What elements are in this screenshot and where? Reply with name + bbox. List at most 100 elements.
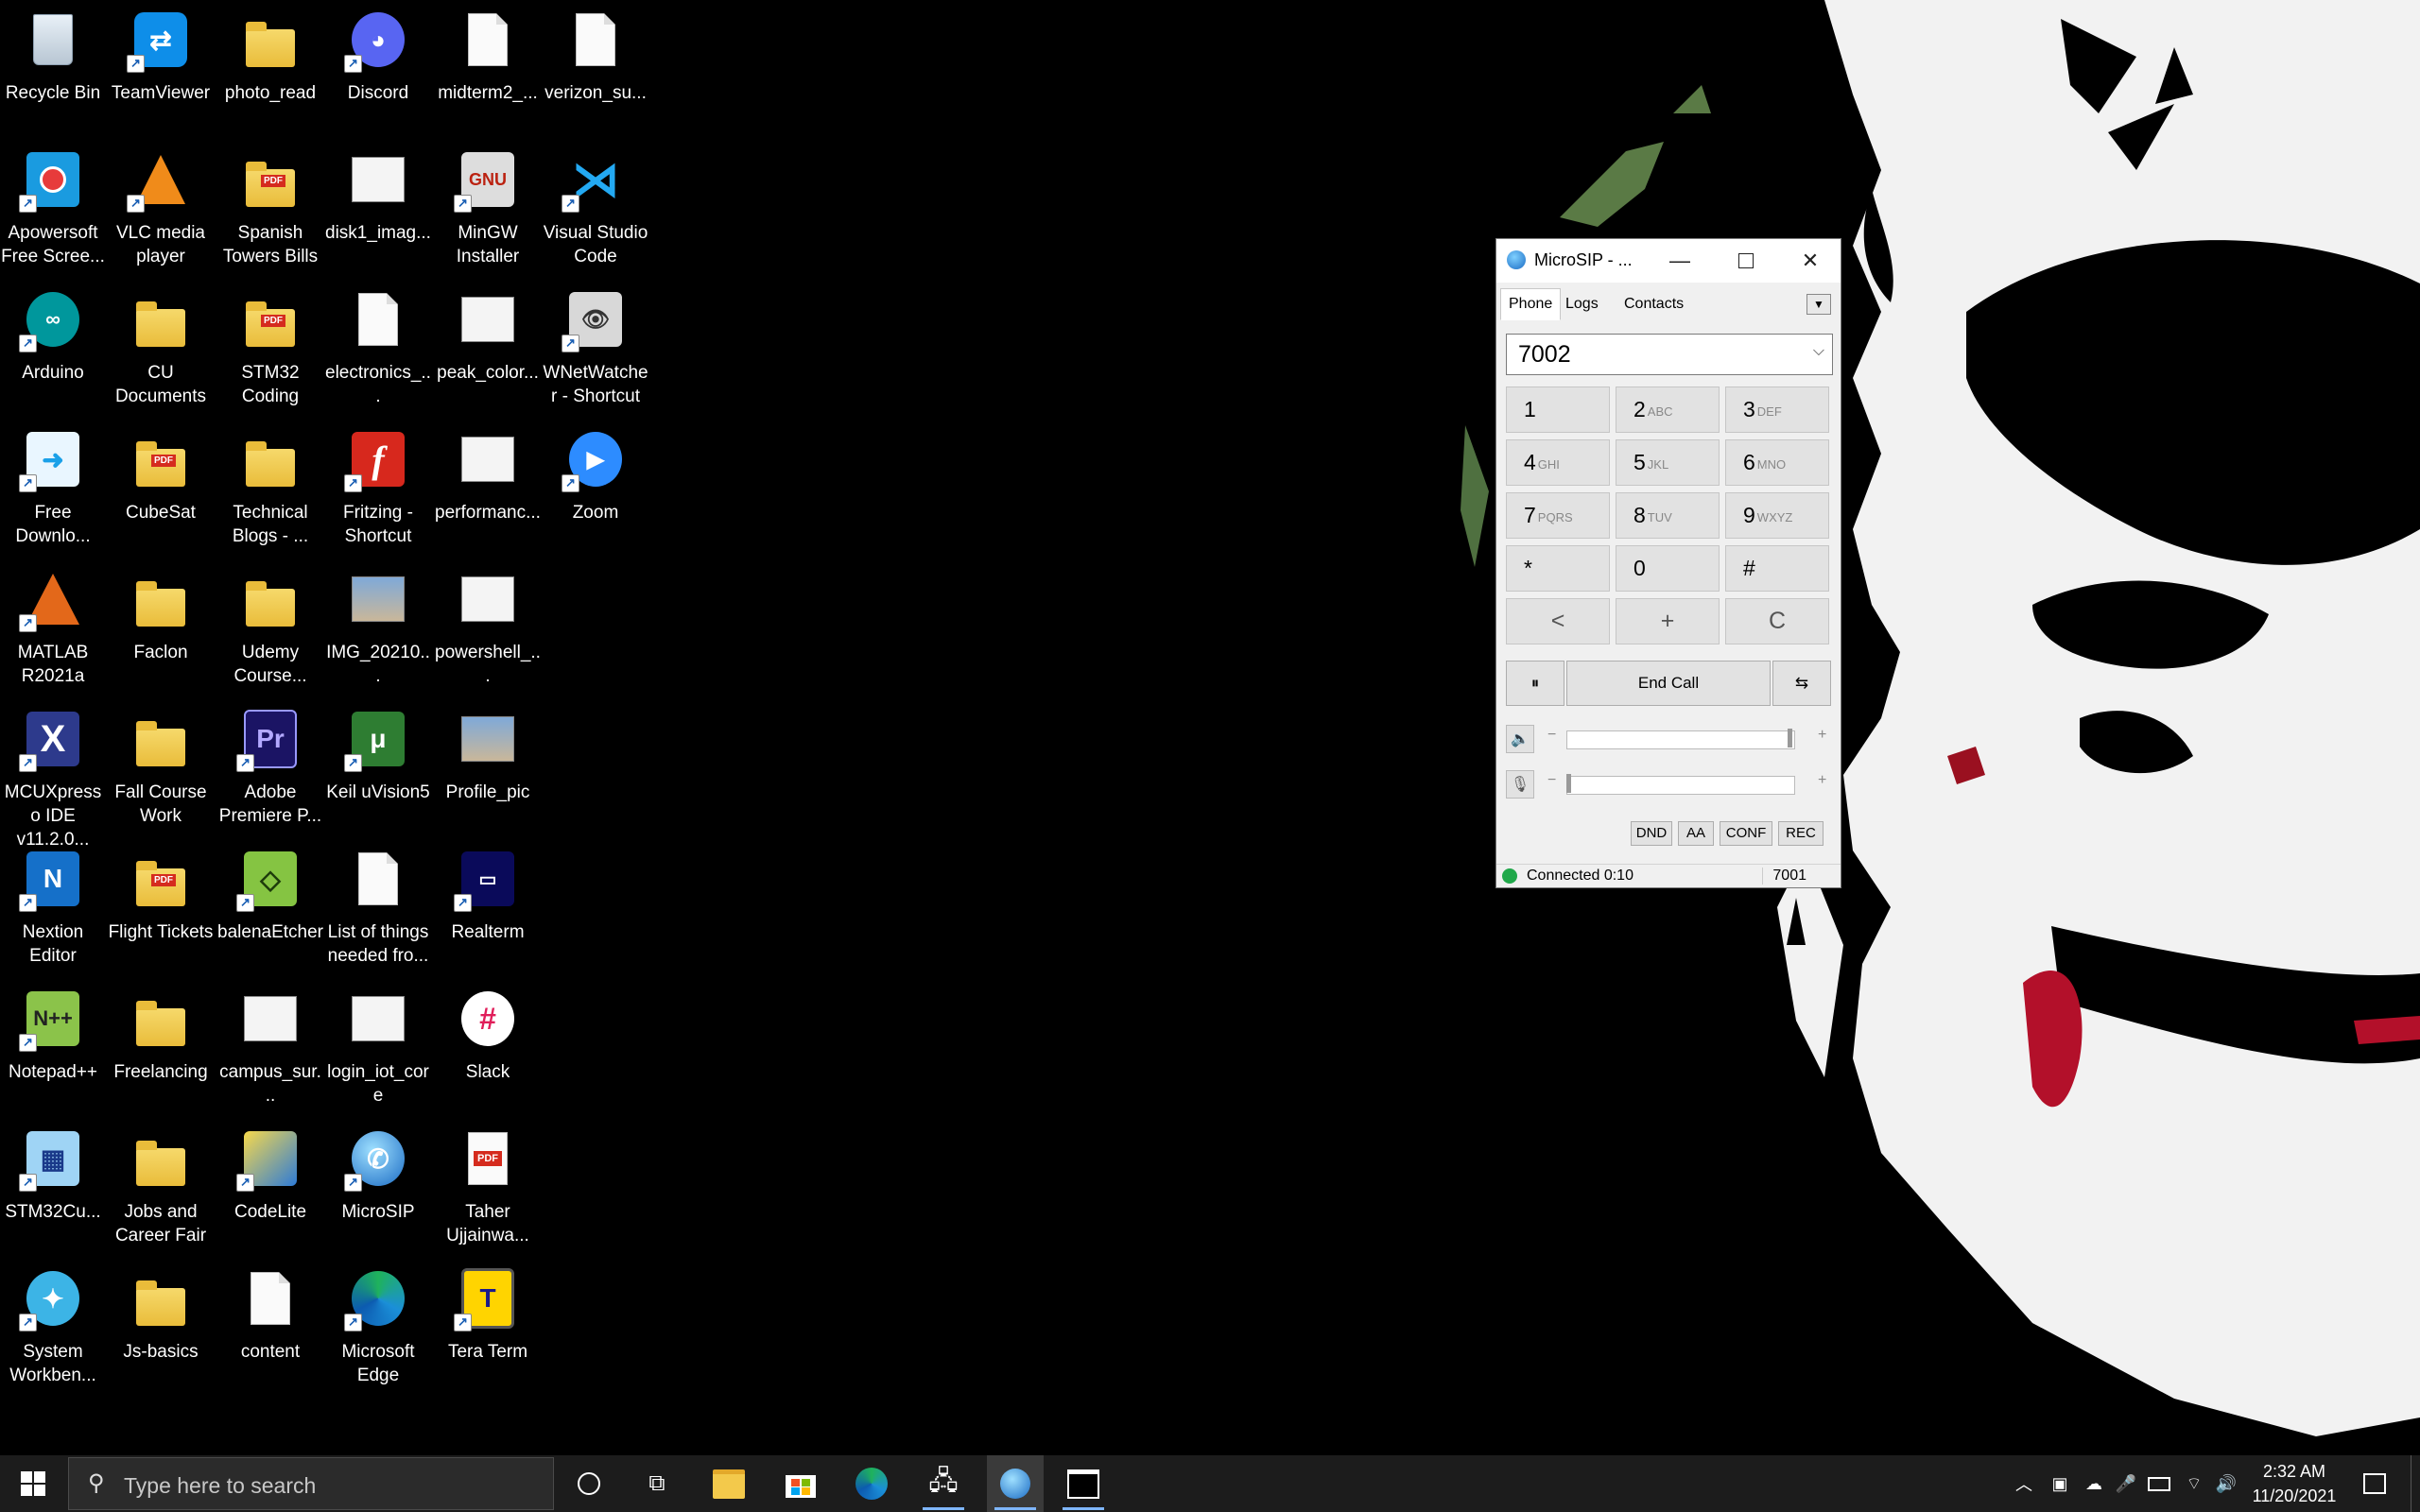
wifi-tray-button[interactable]: ⌔ xyxy=(2180,1455,2208,1512)
desktop-icon[interactable]: PDF Taher Ujjainwa... xyxy=(435,1119,541,1257)
desktop-icon[interactable]: ↗ CodeLite xyxy=(217,1119,323,1257)
desktop-icon[interactable]: Technical Blogs - ... xyxy=(217,420,323,558)
desktop-icon[interactable]: 👁 ↗ WNetWatcher - Shortcut xyxy=(543,280,648,418)
desktop-icon[interactable]: performanc... xyxy=(435,420,541,558)
desktop-icon[interactable]: ↗ Apowersoft Free Scree... xyxy=(0,140,106,278)
desktop-icon[interactable]: PDF CubeSat xyxy=(108,420,214,558)
transfer-button[interactable]: ⇆ xyxy=(1772,661,1831,706)
desktop-icon[interactable]: CU Documents xyxy=(108,280,214,418)
tab-contacts[interactable]: Contacts xyxy=(1616,288,1692,320)
desktop-icon[interactable]: campus_sur... xyxy=(217,979,323,1117)
task-view-button[interactable]: ⧉ xyxy=(631,1455,683,1512)
desktop-icon[interactable]: ✆ ↗ MicroSIP xyxy=(325,1119,431,1257)
desktop-icon[interactable]: PDF STM32 Coding xyxy=(217,280,323,418)
battery-tray-button[interactable] xyxy=(2144,1455,2174,1512)
dialpad-key[interactable]: 7 PQRS xyxy=(1506,492,1610,539)
dnd-button[interactable]: DND xyxy=(1631,821,1672,846)
hold-button[interactable]: ⏸ xyxy=(1506,661,1564,706)
cortana-button[interactable] xyxy=(563,1455,614,1512)
close-button[interactable]: ✕ xyxy=(1782,243,1839,279)
tab-logs[interactable]: Logs xyxy=(1557,288,1607,320)
start-button[interactable] xyxy=(0,1455,66,1512)
dialpad-key[interactable]: < xyxy=(1506,598,1610,644)
auto-answer-button[interactable]: AA xyxy=(1678,821,1714,846)
terminal-taskbar-button[interactable] xyxy=(1055,1455,1112,1512)
desktop-icon[interactable]: X ↗ MCUXpresso IDE v11.2.0... xyxy=(0,699,106,850)
desktop-icon[interactable]: μ ↗ Keil uVision5 xyxy=(325,699,431,837)
dialpad-key[interactable]: # xyxy=(1725,545,1829,592)
dialpad-key[interactable]: 4 GHI xyxy=(1506,439,1610,486)
edge-taskbar-button[interactable] xyxy=(845,1455,898,1512)
file-explorer-taskbar-button[interactable] xyxy=(703,1455,754,1512)
meet-now-tray-button[interactable]: ▣ xyxy=(2046,1455,2074,1512)
desktop-icon[interactable]: midterm2_... xyxy=(435,0,541,138)
desktop-icon[interactable]: ▦ ↗ STM32Cu... xyxy=(0,1119,106,1257)
desktop-icon[interactable]: Pr ↗ Adobe Premiere P... xyxy=(217,699,323,837)
desktop-icon[interactable]: ◕ ↗ Discord xyxy=(325,0,431,138)
desktop-icon[interactable]: content xyxy=(217,1259,323,1397)
desktop-icon[interactable]: List of things needed fro... xyxy=(325,839,431,977)
tab-menu-dropdown[interactable]: ▼ xyxy=(1806,294,1831,315)
desktop-icon[interactable]: electronics_... xyxy=(325,280,431,418)
show-hidden-icons-button[interactable]: ︿ xyxy=(2010,1455,2038,1512)
desktop-icon[interactable]: PDF Flight Tickets xyxy=(108,839,214,977)
desktop-icon[interactable]: N++ ↗ Notepad++ xyxy=(0,979,106,1117)
desktop-icon[interactable]: ↗ VLC media player xyxy=(108,140,214,278)
dialpad-key[interactable]: C xyxy=(1725,598,1829,644)
minimize-button[interactable]: — xyxy=(1651,243,1708,279)
desktop-icon[interactable]: Udemy Course... xyxy=(217,559,323,697)
dialpad-key[interactable]: 6 MNO xyxy=(1725,439,1829,486)
desktop-icon[interactable]: Jobs and Career Fair xyxy=(108,1119,214,1257)
conference-button[interactable]: CONF xyxy=(1720,821,1772,846)
desktop-icon[interactable]: ▭ ↗ Realterm xyxy=(435,839,541,977)
desktop-icon[interactable]: peak_color... xyxy=(435,280,541,418)
dialpad-key[interactable]: 3 DEF xyxy=(1725,387,1829,433)
desktop-icon[interactable]: T ↗ Tera Term xyxy=(435,1259,541,1397)
desktop-icon[interactable]: login_iot_core xyxy=(325,979,431,1117)
desktop-icon[interactable]: ∞ ↗ Arduino xyxy=(0,280,106,418)
desktop-icon[interactable]: photo_read xyxy=(217,0,323,138)
desktop-icon[interactable]: N ↗ Nextion Editor xyxy=(0,839,106,977)
dialpad-key[interactable]: 8 TUV xyxy=(1616,492,1720,539)
desktop-icon[interactable]: ↗ MATLAB R2021a xyxy=(0,559,106,697)
microphone-volume-thumb[interactable] xyxy=(1566,774,1571,793)
microsoft-store-taskbar-button[interactable] xyxy=(775,1455,826,1512)
desktop-icon[interactable]: verizon_su... xyxy=(543,0,648,138)
end-call-button[interactable]: End Call xyxy=(1566,661,1771,706)
desktop-icon[interactable]: Js-basics xyxy=(108,1259,214,1397)
desktop-icon[interactable]: ➜ ↗ Free Downlo... xyxy=(0,420,106,558)
speaker-volume-thumb[interactable] xyxy=(1788,729,1792,747)
show-desktop-button[interactable] xyxy=(2411,1455,2420,1512)
desktop-icon[interactable]: Freelancing xyxy=(108,979,214,1117)
maximize-button[interactable] xyxy=(1718,243,1774,279)
desktop-icon[interactable]: ▶ ↗ Zoom xyxy=(543,420,648,558)
desktop-icon[interactable]: powershell_... xyxy=(435,559,541,697)
desktop-icon[interactable]: ✦ ↗ System Workben... xyxy=(0,1259,106,1397)
desktop-icon[interactable]: ↗ Microsoft Edge xyxy=(325,1259,431,1397)
dial-number-combobox[interactable]: 7002 ⌵ xyxy=(1506,334,1833,375)
desktop-icon[interactable]: Recycle Bin xyxy=(0,0,106,138)
onedrive-tray-button[interactable]: ☁ xyxy=(2078,1455,2110,1512)
desktop-icon[interactable]: ◇ ↗ balenaEtcher xyxy=(217,839,323,977)
network-tool-taskbar-button[interactable]: 🖧 xyxy=(915,1455,972,1512)
dialpad-key[interactable]: 1 xyxy=(1506,387,1610,433)
dialpad-key[interactable]: * xyxy=(1506,545,1610,592)
volume-tray-button[interactable]: 🔊 xyxy=(2212,1455,2240,1512)
microphone-tray-button[interactable]: 🎤 xyxy=(2114,1455,2138,1512)
record-button[interactable]: REC xyxy=(1778,821,1824,846)
desktop-icon[interactable]: ⇄ ↗ TeamViewer xyxy=(108,0,214,138)
dialpad-key[interactable]: 2 ABC xyxy=(1616,387,1720,433)
desktop-icon[interactable]: Faclon xyxy=(108,559,214,697)
dialpad-key[interactable]: 9 WXYZ xyxy=(1725,492,1829,539)
microphone-volume-slider[interactable] xyxy=(1566,776,1795,795)
desktop-icon[interactable]: # Slack xyxy=(435,979,541,1117)
speaker-mute-button[interactable]: 🔈 xyxy=(1506,725,1534,753)
notifications-button[interactable] xyxy=(2358,1455,2392,1512)
desktop-icon[interactable]: f ↗ Fritzing - Shortcut xyxy=(325,420,431,558)
speaker-volume-slider[interactable] xyxy=(1566,730,1795,749)
desktop-icon[interactable]: disk1_imag... xyxy=(325,140,431,278)
desktop-icon[interactable]: IMG_20210... xyxy=(325,559,431,697)
desktop-icon[interactable]: ⋊ ↗ Visual Studio Code xyxy=(543,140,648,278)
microsip-taskbar-button[interactable] xyxy=(987,1455,1044,1512)
desktop-icon[interactable]: GNU ↗ MinGW Installer xyxy=(435,140,541,278)
